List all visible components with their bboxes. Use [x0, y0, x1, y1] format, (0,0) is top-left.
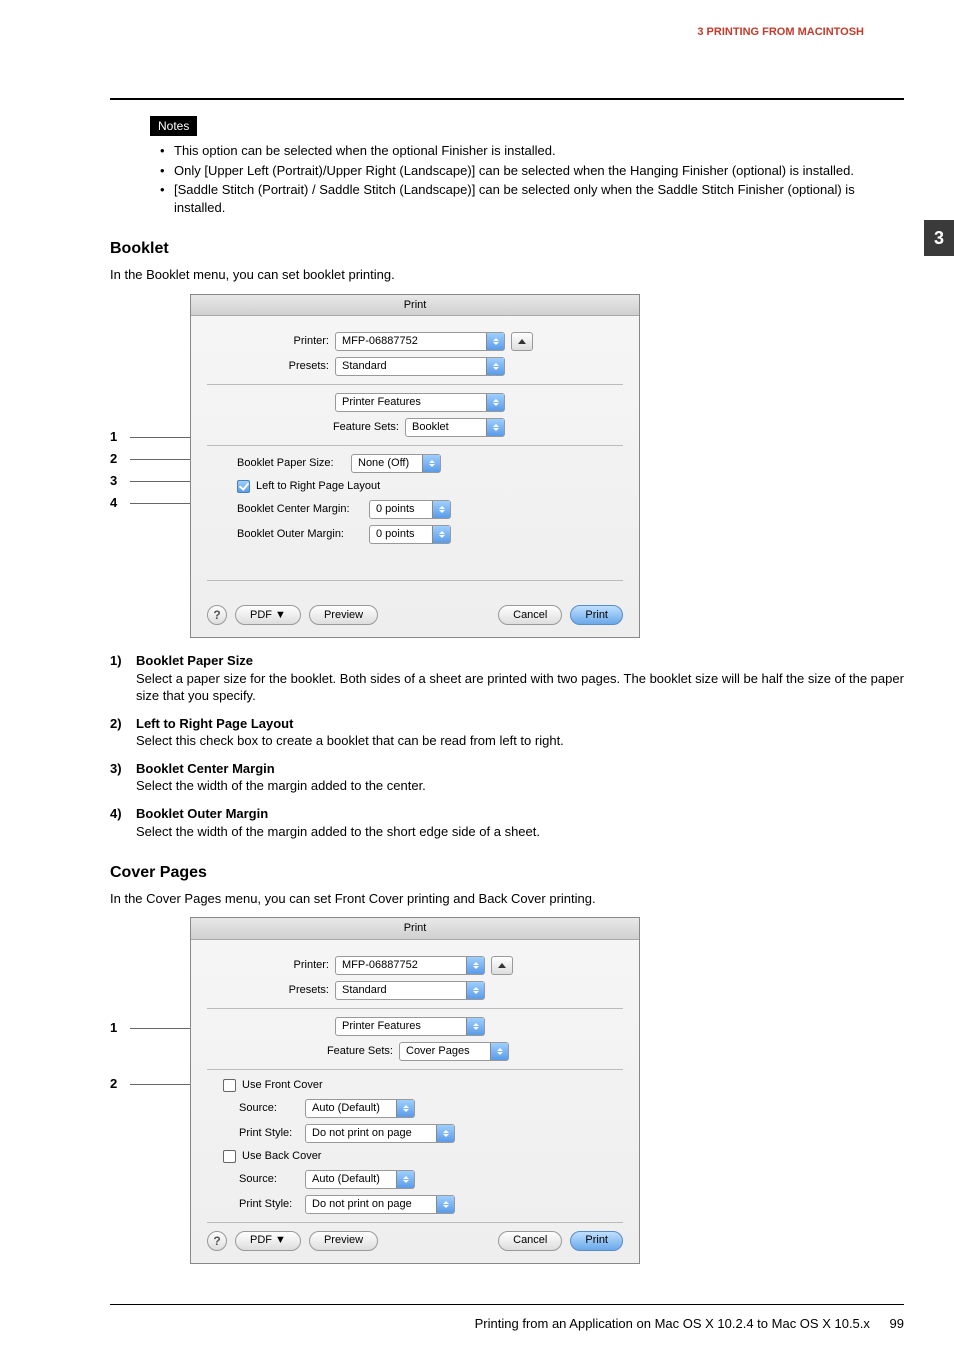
def-item: 1)Booklet Paper SizeSelect a paper size …: [110, 652, 904, 705]
chapter-header: 3 PRINTING FROM MACINTOSH: [50, 20, 904, 38]
featuresets-label: Feature Sets:: [207, 1044, 393, 1059]
cancel-button[interactable]: Cancel: [498, 605, 562, 625]
note-item: •Only [Upper Left (Portrait)/Upper Right…: [160, 162, 904, 180]
preview-button[interactable]: Preview: [309, 605, 378, 625]
callout-2: 2: [110, 1075, 124, 1093]
front-source-select[interactable]: Auto (Default): [305, 1099, 415, 1118]
print-button[interactable]: Print: [570, 1231, 623, 1251]
source-label: Source:: [239, 1101, 299, 1116]
booklet-intro: In the Booklet menu, you can set booklet…: [110, 266, 904, 284]
featuresets-select[interactable]: Cover Pages: [399, 1042, 509, 1061]
presets-select[interactable]: Standard: [335, 357, 505, 376]
dialog-title: Print: [191, 295, 639, 317]
printer-label: Printer:: [207, 958, 329, 973]
printer-select[interactable]: MFP-06887752: [335, 332, 505, 351]
pane-select[interactable]: Printer Features: [335, 1017, 485, 1036]
paper-size-label: Booklet Paper Size:: [237, 456, 345, 471]
featuresets-select[interactable]: Booklet: [405, 418, 505, 437]
outer-margin-select[interactable]: 0 points: [369, 525, 451, 544]
print-dialog-cover: Print Printer: MFP-06887752 Presets: Sta…: [190, 917, 640, 1264]
style-label: Print Style:: [239, 1126, 299, 1141]
def-item: 2)Left to Right Page LayoutSelect this c…: [110, 715, 904, 750]
ltr-label: Left to Right Page Layout: [256, 479, 380, 494]
printer-select[interactable]: MFP-06887752: [335, 956, 485, 975]
presets-select[interactable]: Standard: [335, 981, 485, 1000]
back-cover-checkbox[interactable]: [223, 1150, 236, 1163]
center-margin-label: Booklet Center Margin:: [237, 502, 363, 517]
chapter-tab: 3: [924, 220, 954, 256]
back-style-select[interactable]: Do not print on page: [305, 1195, 455, 1214]
dialog-title: Print: [191, 918, 639, 940]
featuresets-label: Feature Sets:: [207, 420, 399, 435]
center-margin-select[interactable]: 0 points: [369, 500, 451, 519]
callout-4: 4: [110, 494, 124, 512]
paper-size-select[interactable]: None (Off): [351, 454, 441, 473]
print-dialog-booklet: Print Printer: MFP-06887752 Presets: Sta…: [190, 294, 640, 639]
pdf-button[interactable]: PDF ▼: [235, 1231, 301, 1251]
def-item: 3)Booklet Center MarginSelect the width …: [110, 760, 904, 795]
help-button[interactable]: ?: [207, 1231, 227, 1251]
style-label: Print Style:: [239, 1197, 299, 1212]
callout-2: 2: [110, 450, 124, 468]
print-button[interactable]: Print: [570, 605, 623, 625]
presets-label: Presets:: [207, 983, 329, 998]
front-cover-label: Use Front Cover: [242, 1078, 323, 1093]
preview-button[interactable]: Preview: [309, 1231, 378, 1251]
printer-label: Printer:: [207, 334, 329, 349]
booklet-heading: Booklet: [110, 238, 904, 260]
footer-text: Printing from an Application on Mac OS X…: [475, 1316, 870, 1331]
cover-heading: Cover Pages: [110, 862, 904, 884]
back-cover-label: Use Back Cover: [242, 1149, 321, 1164]
cover-intro: In the Cover Pages menu, you can set Fro…: [110, 890, 904, 908]
def-item: 4)Booklet Outer MarginSelect the width o…: [110, 805, 904, 840]
front-style-select[interactable]: Do not print on page: [305, 1124, 455, 1143]
outer-margin-label: Booklet Outer Margin:: [237, 527, 363, 542]
callout-1: 1: [110, 1019, 124, 1037]
callout-1: 1: [110, 428, 124, 446]
note-item: •This option can be selected when the op…: [160, 142, 904, 160]
pdf-button[interactable]: PDF ▼: [235, 605, 301, 625]
back-source-select[interactable]: Auto (Default): [305, 1170, 415, 1189]
page-number: 99: [890, 1316, 904, 1331]
presets-label: Presets:: [207, 359, 329, 374]
front-cover-checkbox[interactable]: [223, 1079, 236, 1092]
help-button[interactable]: ?: [207, 605, 227, 625]
pane-select[interactable]: Printer Features: [335, 393, 505, 412]
expand-button[interactable]: [491, 956, 513, 975]
expand-button[interactable]: [511, 332, 533, 351]
source-label: Source:: [239, 1172, 299, 1187]
notes-tag: Notes: [150, 116, 197, 136]
callout-3: 3: [110, 472, 124, 490]
note-item: •[Saddle Stitch (Portrait) / Saddle Stit…: [160, 181, 904, 216]
ltr-checkbox[interactable]: [237, 480, 250, 493]
cancel-button[interactable]: Cancel: [498, 1231, 562, 1251]
